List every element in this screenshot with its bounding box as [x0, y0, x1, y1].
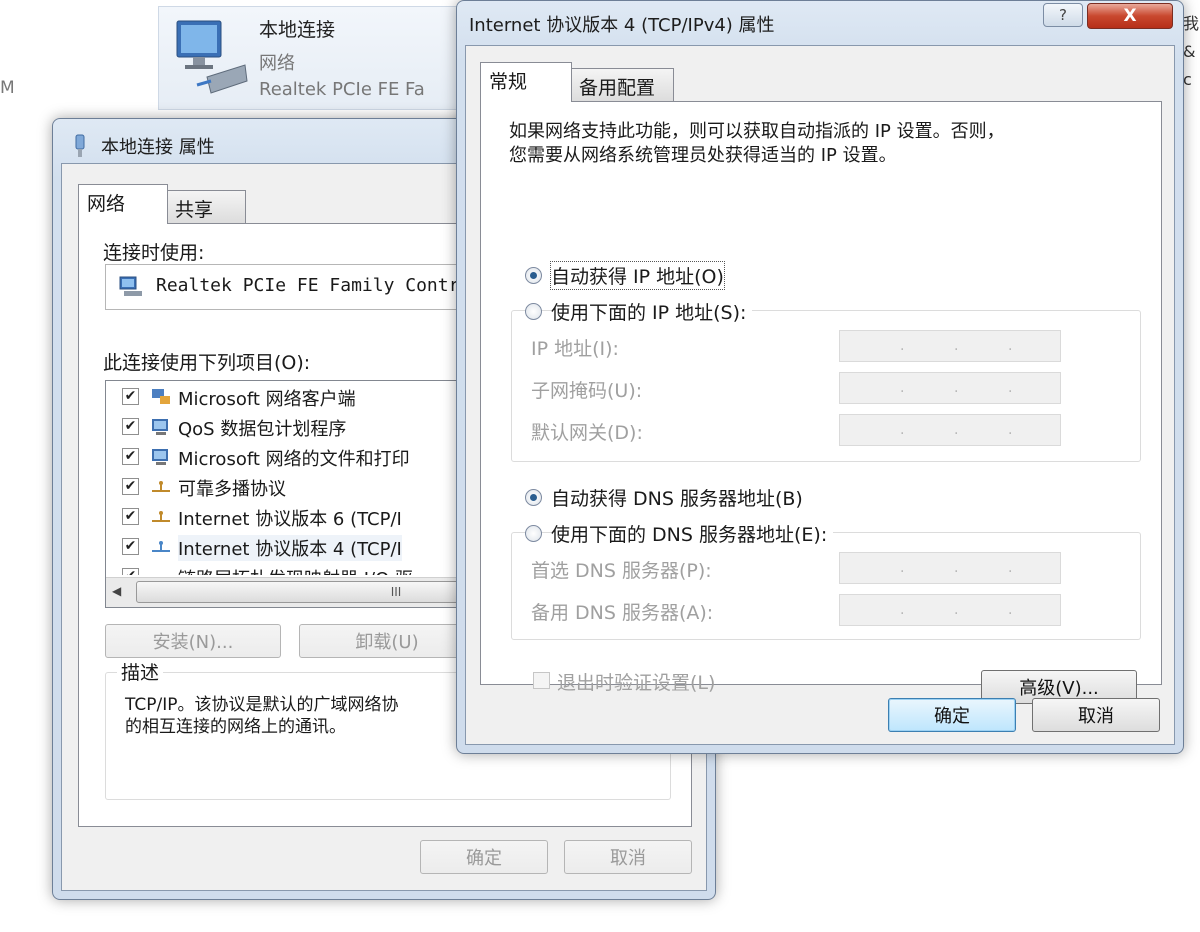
install-button[interactable]: 安装(N)... [105, 624, 281, 658]
protocol-icon [152, 511, 170, 522]
description-line: TCP/IP。该协议是默认的广域网络协 [125, 695, 399, 715]
items-label: 此连接使用下列项目(O): [103, 352, 311, 374]
help-icon: ? [1059, 6, 1067, 24]
auto-dns-label[interactable]: 自动获得 DNS 服务器地址(B) [551, 484, 803, 511]
preferred-dns-label: 首选 DNS 服务器(P): [531, 560, 712, 582]
ok-button[interactable]: 确定 [420, 840, 548, 874]
ip-separator-dot: . [900, 560, 905, 576]
connect-using-label: 连接时使用: [103, 242, 205, 264]
tab-alternate-config[interactable]: 备用配置 [570, 68, 674, 102]
subnet-mask-field[interactable]: ... [839, 372, 1061, 404]
ok-button[interactable]: 确定 [888, 698, 1016, 732]
dialog-title: Internet 协议版本 4 (TCP/IPv4) 属性 [469, 15, 775, 36]
help-button[interactable]: ? [1043, 3, 1083, 27]
close-button[interactable]: X [1087, 3, 1173, 29]
cancel-button[interactable]: 取消 [1032, 698, 1160, 732]
item-checkbox[interactable]: ✔ [122, 508, 139, 525]
tab-sharing[interactable]: 共享 [166, 190, 246, 224]
description-line: 的相互连接的网络上的通讯。 [125, 717, 346, 737]
cancel-button[interactable]: 取消 [564, 840, 692, 874]
item-label: Microsoft 网络的文件和打印 [178, 449, 410, 470]
network-connection-tile[interactable]: 本地连接 网络 Realtek PCIe FE Fa [158, 6, 478, 110]
protocol-icon [152, 481, 170, 492]
item-checkbox[interactable]: ✔ [122, 538, 139, 555]
intro-text: 如果网络支持此功能，则可以获取自动指派的 IP 设置。否则， 您需要从网络系统管… [509, 120, 1005, 168]
item-label: QoS 数据包计划程序 [178, 419, 347, 440]
uninstall-button[interactable]: 卸载(U) [299, 624, 475, 658]
protocol-icon [152, 541, 170, 552]
item-label: Internet 协议版本 6 (TCP/I [178, 509, 402, 530]
manual-dns-label[interactable]: 使用下面的 DNS 服务器地址(E): [551, 520, 834, 547]
ip-separator-dot: . [954, 338, 959, 354]
item-checkbox[interactable]: ✔ [122, 448, 139, 465]
ip-separator-dot: . [900, 338, 905, 354]
validate-on-exit-checkbox[interactable] [533, 672, 550, 689]
adapter-name: Realtek PCIe FE Family Contr [156, 275, 460, 296]
item-label: Microsoft 网络客户端 [178, 389, 356, 410]
window-title: 本地连接 属性 [101, 137, 215, 158]
tile-adapter-name: Realtek PCIe FE Fa [259, 79, 425, 100]
ip-address-label: IP 地址(I): [531, 338, 619, 360]
tile-title: 本地连接 [259, 19, 336, 41]
scroll-left-arrow[interactable]: ◀ [112, 584, 121, 598]
tab-general[interactable]: 常规 [480, 62, 572, 102]
item-label: 链路层拓扑发现映射器 I/O 驱 [178, 565, 413, 575]
adapter-icon [119, 276, 142, 296]
auto-ip-radio[interactable] [525, 267, 542, 284]
ip-separator-dot: . [900, 422, 905, 438]
general-tab-panel: 如果网络支持此功能，则可以获取自动指派的 IP 设置。否则， 您需要从网络系统管… [480, 101, 1162, 704]
alternate-dns-label: 备用 DNS 服务器(A): [531, 602, 714, 624]
subnet-mask-label: 子网掩码(U): [531, 380, 643, 402]
ip-address-field[interactable]: ... [839, 330, 1061, 362]
ip-separator-dot: . [1008, 560, 1013, 576]
tile-subtitle: 网络 [259, 53, 295, 74]
ip-separator-dot: . [954, 380, 959, 396]
gateway-field[interactable]: ... [839, 414, 1061, 446]
ip-separator-dot: . [954, 560, 959, 576]
ip-separator-dot: . [1008, 380, 1013, 396]
ip-separator-dot: . [1008, 422, 1013, 438]
item-checkbox[interactable]: ✔ [122, 388, 139, 405]
background-edge-text: M [0, 78, 15, 98]
manual-dns-radio[interactable] [525, 525, 542, 542]
close-icon: X [1123, 6, 1137, 26]
dialog-client-area: 常规 备用配置 如果网络支持此功能，则可以获取自动指派的 IP 设置。否则， 您… [465, 45, 1175, 745]
validate-on-exit-label[interactable]: 退出时验证设置(L) [557, 668, 715, 695]
ip-separator-dot: . [900, 602, 905, 618]
ip-separator-dot: . [1008, 602, 1013, 618]
gateway-label: 默认网关(D): [531, 422, 643, 444]
item-label: 可靠多播协议 [178, 479, 286, 500]
manual-ip-label[interactable]: 使用下面的 IP 地址(S): [551, 298, 753, 325]
item-checkbox[interactable]: ✔ [122, 418, 139, 435]
auto-ip-label[interactable]: 自动获得 IP 地址(O) [550, 261, 725, 290]
ipv4-properties-dialog: Internet 协议版本 4 (TCP/IPv4) 属性 ? X 常规 备用配… [456, 0, 1184, 754]
item-checkbox[interactable]: ✔ [122, 568, 139, 575]
preferred-dns-field[interactable]: ... [839, 552, 1061, 584]
network-adapter-icon [176, 20, 248, 94]
intro-line: 如果网络支持此功能，则可以获取自动指派的 IP 设置。否则， [509, 121, 1005, 142]
ip-separator-dot: . [954, 422, 959, 438]
background-right-edge-text: 我 & c [1183, 14, 1200, 89]
alternate-dns-field[interactable]: ... [839, 594, 1061, 626]
description-legend: 描述 [117, 658, 164, 685]
ip-separator-dot: . [1008, 338, 1013, 354]
item-label: Internet 协议版本 4 (TCP/I [178, 535, 402, 561]
connection-properties-icon [75, 134, 85, 157]
auto-dns-radio[interactable] [525, 489, 542, 506]
manual-ip-radio[interactable] [525, 303, 542, 320]
network-client-icon [152, 389, 170, 404]
ip-separator-dot: . [900, 380, 905, 396]
description-text: TCP/IP。该协议是默认的广域网络协 的相互连接的网络上的通讯。 [125, 694, 399, 738]
qos-service-icon [152, 419, 168, 435]
file-print-service-icon [152, 449, 168, 465]
ip-separator-dot: . [954, 602, 959, 618]
item-checkbox[interactable]: ✔ [122, 478, 139, 495]
tab-network[interactable]: 网络 [78, 184, 168, 224]
intro-line: 您需要从网络系统管理员处获得适当的 IP 设置。 [509, 145, 897, 166]
